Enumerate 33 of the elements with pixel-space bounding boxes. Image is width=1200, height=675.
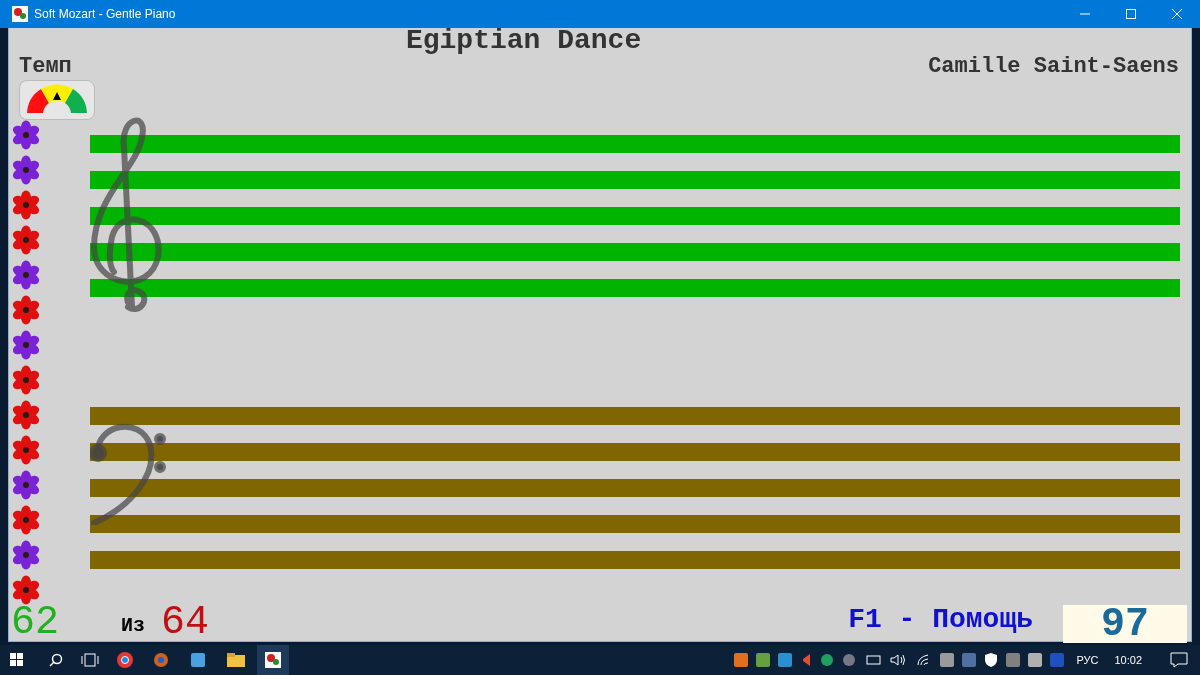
task-view-icon[interactable] bbox=[81, 653, 99, 667]
start-icon[interactable] bbox=[10, 653, 24, 667]
of-label: Из bbox=[121, 613, 146, 639]
window-title: Soft Mozart - Gentle Piano bbox=[34, 6, 176, 23]
tray-app-icon[interactable] bbox=[778, 653, 793, 667]
browser-icon[interactable] bbox=[117, 652, 133, 668]
piece-title: Egiptian Dance bbox=[404, 28, 642, 58]
total-count: 64 bbox=[161, 603, 210, 643]
score-display: 97 bbox=[1063, 605, 1187, 643]
app-icon bbox=[12, 6, 28, 22]
app-icon bbox=[265, 652, 281, 668]
clock[interactable]: 10:02 bbox=[1114, 651, 1142, 669]
tempo-gauge[interactable] bbox=[19, 80, 95, 120]
tray-app-icon[interactable] bbox=[1006, 653, 1021, 667]
eye-app-icon[interactable] bbox=[153, 652, 169, 668]
maximize-icon bbox=[1126, 9, 1136, 19]
tempo-label: Темп bbox=[19, 54, 73, 80]
tray-app-icon[interactable] bbox=[1028, 653, 1043, 667]
folder-icon[interactable] bbox=[227, 653, 245, 667]
tray-app-icon[interactable] bbox=[734, 653, 749, 667]
help-hint: F1 - Помощь bbox=[848, 603, 1033, 637]
composer-name: Camille Saint-Saens bbox=[928, 54, 1179, 79]
tray-app-icon[interactable] bbox=[962, 653, 977, 667]
language-indicator[interactable]: РУС bbox=[1076, 651, 1099, 669]
search-icon[interactable] bbox=[49, 653, 63, 667]
battery-icon[interactable] bbox=[864, 654, 883, 666]
tray-app-icon[interactable] bbox=[756, 653, 771, 667]
tray-app-icon[interactable] bbox=[940, 653, 955, 667]
current-count: 62 bbox=[11, 603, 59, 643]
close-icon bbox=[1172, 9, 1182, 19]
active-app-button[interactable] bbox=[257, 645, 289, 675]
notifications-icon[interactable] bbox=[1170, 652, 1188, 668]
speaker-icon[interactable] bbox=[800, 653, 813, 667]
